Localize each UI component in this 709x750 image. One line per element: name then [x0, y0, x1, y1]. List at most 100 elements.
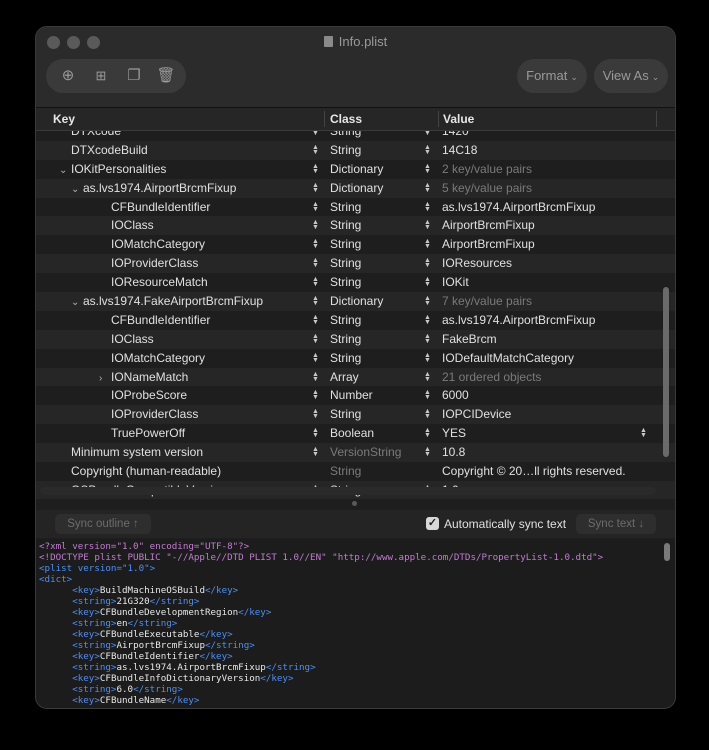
row-class[interactable]: String	[330, 313, 361, 327]
row-key[interactable]: DTXcode	[59, 131, 121, 138]
disclosure-expanded-icon[interactable]: ⌄	[71, 184, 83, 195]
row-value[interactable]: 5 key/value pairs	[442, 181, 532, 195]
format-button[interactable]: Format ⌄	[517, 59, 587, 93]
key-stepper-icon[interactable]: ▲▼	[312, 408, 319, 420]
key-stepper-icon[interactable]: ▲▼	[312, 219, 319, 231]
row-key[interactable]: ⌄ as.lvs1974.AirportBrcmFixup	[71, 181, 236, 195]
class-popup-icon[interactable]: ▲▼	[424, 352, 431, 364]
class-popup-icon[interactable]: ▲▼	[424, 333, 431, 345]
key-stepper-icon[interactable]: ▲▼	[312, 238, 319, 250]
key-stepper-icon[interactable]: ▲▼	[312, 144, 319, 156]
row-value[interactable]: 10.8	[442, 445, 465, 459]
outline-row[interactable]: ⌄ as.lvs1974.FakeAirportBrcmFixup ▲ ▼ Dictio…	[36, 292, 675, 311]
row-class[interactable]: Number	[330, 388, 373, 402]
row-value[interactable]: 14C18	[442, 143, 477, 157]
class-popup-icon[interactable]: ▲▼	[424, 276, 431, 288]
row-class[interactable]: String	[330, 332, 361, 346]
column-divider[interactable]	[324, 111, 325, 127]
outline-row[interactable]: IOClass ▲ ▼ String ▲ ▼ FakeBrcm	[36, 329, 675, 349]
row-value[interactable]: AirportBrcmFixup	[442, 237, 535, 251]
outline-row[interactable]: IOClass ▲ ▼ String ▲ ▼ AirportBrcmFixup	[36, 216, 675, 236]
class-popup-icon[interactable]: ▲▼	[424, 163, 431, 175]
outline-row[interactable]: Minimum system version ▲ ▼ VersionString ▲ ▼ 1…	[36, 443, 675, 463]
key-stepper-icon[interactable]: ▲▼	[312, 201, 319, 213]
row-value[interactable]: FakeBrcm	[442, 332, 497, 346]
row-class[interactable]: Boolean	[330, 426, 374, 440]
value-popup-icon[interactable]: ▲ ▼	[640, 427, 647, 439]
class-popup-icon[interactable]: ▲▼	[424, 144, 431, 156]
row-class[interactable]: VersionString	[330, 445, 401, 459]
class-popup-icon[interactable]: ▲▼	[424, 257, 431, 269]
row-class[interactable]: Dictionary	[330, 294, 383, 308]
class-popup-icon[interactable]: ▲▼	[424, 201, 431, 213]
row-value[interactable]: IOPCIDevice	[442, 407, 511, 421]
key-stepper-icon[interactable]: ▲▼	[312, 182, 319, 194]
outline-row[interactable]: ⌄ as.lvs1974.AirportBrcmFixup ▲ ▼ Dictionary…	[36, 178, 675, 198]
plist-outline-table[interactable]: DTXcode ▲▼ String ▲▼ 1420 DTXcodeBuild ▲▼ Strin…	[36, 131, 675, 499]
row-class[interactable]: String	[330, 464, 361, 478]
disclosure-expanded-icon[interactable]: ⌄	[71, 297, 83, 308]
key-stepper-icon[interactable]: ▲▼	[312, 257, 319, 269]
class-popup-icon[interactable]: ▲▼	[424, 371, 431, 383]
row-key[interactable]: Minimum system version	[59, 445, 203, 459]
key-stepper-icon[interactable]: ▲▼	[312, 295, 319, 307]
row-key[interactable]: CFBundleIdentifier	[99, 200, 210, 214]
row-key[interactable]: IOClass	[99, 332, 154, 346]
outline-row[interactable]: DTXcodeBuild ▲ ▼ String ▲ ▼ 14C18	[36, 140, 675, 160]
row-value[interactable]: 6000	[442, 388, 469, 402]
key-stepper-icon[interactable]: ▲▼	[312, 352, 319, 364]
key-stepper-icon[interactable]: ▲▼	[312, 371, 319, 383]
row-class[interactable]: String	[330, 351, 361, 365]
outline-row[interactable]: TruePowerOff ▲ ▼ Boolean ▲ ▼ YES ▲ ▼	[36, 424, 675, 443]
column-divider[interactable]	[438, 111, 439, 127]
row-key[interactable]: IOResourceMatch	[99, 275, 208, 289]
row-class[interactable]: String	[330, 407, 361, 421]
outline-row[interactable]: IOProviderClass ▲ ▼ String ▲ ▼ IOResources	[36, 254, 675, 274]
row-key[interactable]: Copyright (human-readable)	[59, 464, 221, 478]
class-popup-icon[interactable]: ▲▼	[424, 314, 431, 326]
row-value[interactable]: IOResources	[442, 256, 512, 270]
key-stepper-icon[interactable]: ▲▼	[312, 314, 319, 326]
outline-row[interactable]: ⌄ IOKitPersonalities ▲ ▼ Dictionary ▲ ▼ 2 key/v…	[36, 160, 675, 179]
row-class[interactable]: String	[330, 143, 361, 157]
row-key[interactable]: IOMatchCategory	[99, 237, 205, 251]
row-value[interactable]: IOKit	[442, 275, 469, 289]
outline-row[interactable]: Copyright (human-readable) String Copyrigh…	[36, 462, 675, 481]
class-popup-icon[interactable]: ▲▼	[424, 446, 431, 458]
key-stepper-icon[interactable]: ▲▼	[312, 427, 319, 439]
row-key[interactable]: IOProviderClass	[99, 256, 198, 270]
class-popup-icon[interactable]: ▲▼	[424, 427, 431, 439]
auto-sync-checkbox[interactable]: ✓	[426, 517, 439, 530]
disclosure-expanded-icon[interactable]: ⌄	[59, 165, 71, 176]
column-value-header[interactable]: Value	[443, 112, 474, 126]
row-value[interactable]: 21 ordered objects	[442, 370, 541, 384]
row-class[interactable]: String	[330, 256, 361, 270]
key-stepper-icon[interactable]: ▲▼	[312, 276, 319, 288]
row-class[interactable]: String	[330, 218, 361, 232]
class-popup-icon[interactable]: ▲▼	[424, 295, 431, 307]
row-class[interactable]: Dictionary	[330, 162, 383, 176]
outline-row[interactable]: IOMatchCategory ▲ ▼ String ▲ ▼ AirportBrcmFixu…	[36, 235, 675, 254]
class-popup-icon[interactable]: ▲▼	[424, 389, 431, 401]
duplicate-icon[interactable]: ❐	[124, 66, 144, 86]
row-key[interactable]: › IONameMatch	[99, 370, 188, 384]
class-popup-icon[interactable]: ▲▼	[424, 182, 431, 194]
row-class[interactable]: String	[330, 200, 361, 214]
add-child-icon[interactable]: ⊕	[58, 66, 78, 86]
split-view-divider[interactable]	[352, 501, 357, 506]
row-class[interactable]: Array	[330, 370, 359, 384]
outline-vertical-scrollbar[interactable]	[663, 137, 669, 487]
outline-row[interactable]: › IONameMatch ▲ ▼ Array ▲ ▼ 21 ordered objects	[36, 367, 675, 387]
class-popup-icon[interactable]: ▲▼	[424, 131, 431, 137]
outline-row[interactable]: IOResourceMatch ▲ ▼ String ▲ ▼ IOKit	[36, 273, 675, 292]
row-key[interactable]: TruePowerOff	[99, 426, 185, 440]
outline-row[interactable]: IOProbeScore ▲ ▼ Number ▲ ▼ 6000	[36, 386, 675, 405]
column-divider[interactable]	[656, 111, 657, 127]
outline-row[interactable]: CFBundleIdentifier ▲ ▼ String ▲ ▼ as.lvs1974.A…	[36, 198, 675, 217]
row-value[interactable]: AirportBrcmFixup	[442, 218, 535, 232]
outline-row[interactable]: IOMatchCategory ▲ ▼ String ▲ ▼ IODefaultMatchC…	[36, 349, 675, 368]
row-value[interactable]: YES	[442, 426, 466, 440]
column-class-header[interactable]: Class	[330, 112, 362, 126]
key-stepper-icon[interactable]: ▲▼	[312, 446, 319, 458]
key-stepper-icon[interactable]: ▲▼	[312, 131, 319, 137]
